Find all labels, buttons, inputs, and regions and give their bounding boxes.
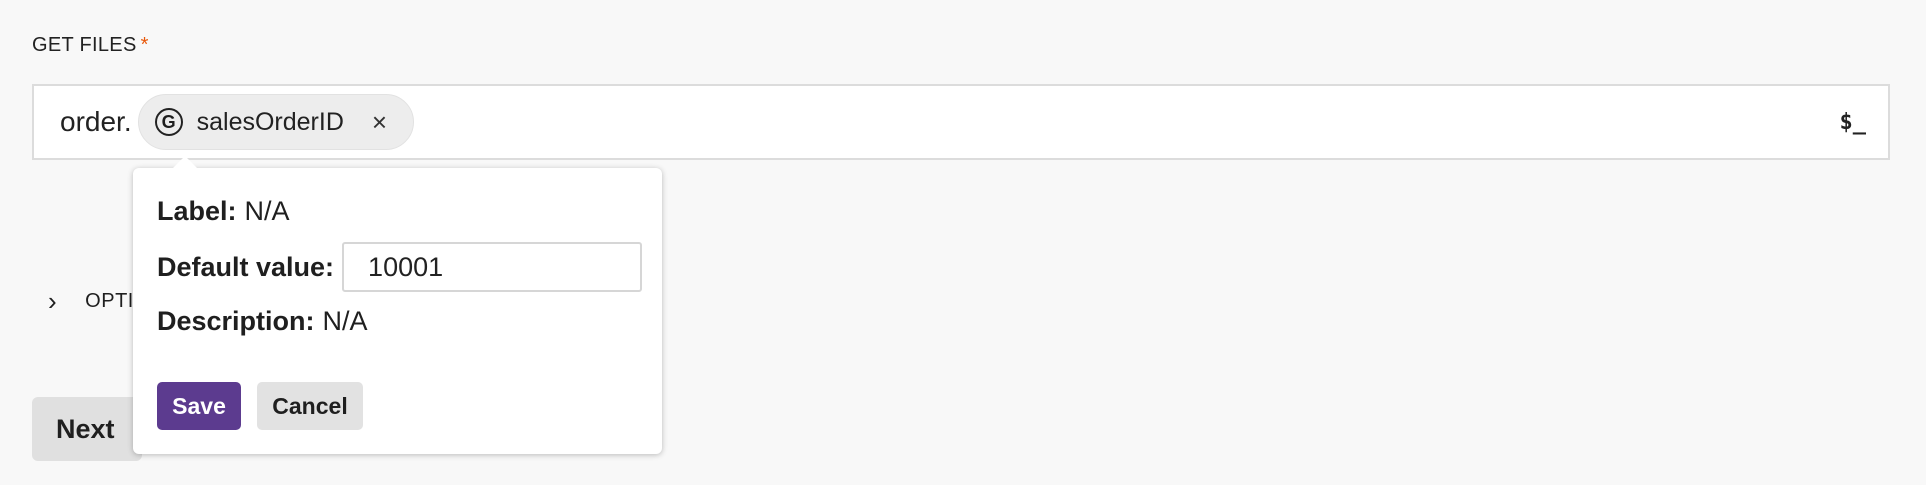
chip-variable-name: salesOrderID (196, 107, 344, 136)
next-button[interactable]: Next (32, 397, 142, 461)
popover-arrow (173, 156, 197, 168)
label-value: N/A (244, 196, 290, 226)
field-label-text: GET FILES (32, 34, 137, 56)
field-label: GET FILES * (32, 34, 149, 57)
options-label: OPTI (85, 289, 134, 312)
chevron-right-icon: › (48, 286, 58, 316)
cancel-button[interactable]: Cancel (257, 382, 363, 430)
variable-chip[interactable]: G salesOrderID × (137, 94, 415, 150)
prefix-text: order. (60, 106, 132, 137)
description-value: N/A (322, 306, 368, 336)
default-value-key: Default value: (157, 251, 335, 282)
label-row: Label: N/A (157, 196, 290, 227)
label-key: Label: (157, 196, 237, 226)
variable-popover: Label: N/A Default value: Description: N… (133, 156, 662, 454)
required-indicator: * (140, 34, 149, 56)
global-variable-icon: G (154, 108, 183, 136)
default-value-input[interactable] (342, 242, 643, 292)
terminal-icon[interactable]: $_ (1840, 110, 1867, 135)
save-button[interactable]: Save (157, 382, 241, 430)
default-value-row: Default value: (157, 242, 643, 292)
options-toggle[interactable]: › OPTI (48, 288, 134, 314)
get-files-input[interactable]: order. G salesOrderID × $_ (32, 84, 1890, 160)
close-icon[interactable]: × (372, 109, 387, 135)
description-key: Description: (157, 306, 315, 336)
description-row: Description: N/A (157, 306, 368, 337)
